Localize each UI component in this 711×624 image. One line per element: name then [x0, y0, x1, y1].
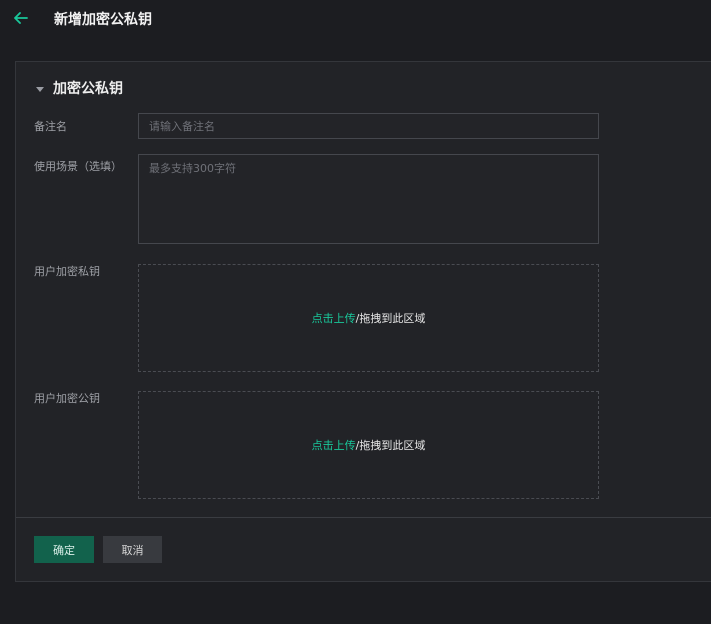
section-header[interactable]: 加密公私钥 [36, 79, 123, 99]
public-key-drop-text: /拖拽到此区域 [355, 439, 426, 452]
public-key-dropzone[interactable]: 点击上传 /拖拽到此区域 [138, 391, 599, 499]
scene-textarea[interactable] [138, 154, 599, 244]
private-key-upload-link[interactable]: 点击上传 [312, 310, 356, 326]
public-key-upload-link[interactable]: 点击上传 [312, 437, 356, 453]
section-title: 加密公私钥 [53, 81, 123, 97]
page-header: 新增加密公私钥 [0, 0, 711, 40]
remark-input[interactable] [138, 113, 599, 139]
private-key-dropzone[interactable]: 点击上传 /拖拽到此区域 [138, 264, 599, 372]
cancel-button[interactable]: 取消 [103, 536, 162, 563]
page-title: 新增加密公私钥 [54, 12, 152, 28]
remark-label: 备注名 [34, 120, 67, 133]
arrow-left-icon [14, 12, 28, 24]
footer-divider [16, 517, 711, 518]
private-key-label: 用户加密私钥 [34, 265, 100, 278]
caret-down-icon [36, 87, 44, 92]
form-panel: 加密公私钥 备注名 使用场景（选填） 用户加密私钥 点击上传 /拖拽到此区域 用… [15, 61, 711, 582]
back-button[interactable] [12, 9, 30, 27]
private-key-drop-text: /拖拽到此区域 [355, 312, 426, 325]
confirm-button[interactable]: 确定 [34, 536, 94, 563]
public-key-label: 用户加密公钥 [34, 392, 100, 405]
scene-label: 使用场景（选填） [34, 160, 122, 173]
